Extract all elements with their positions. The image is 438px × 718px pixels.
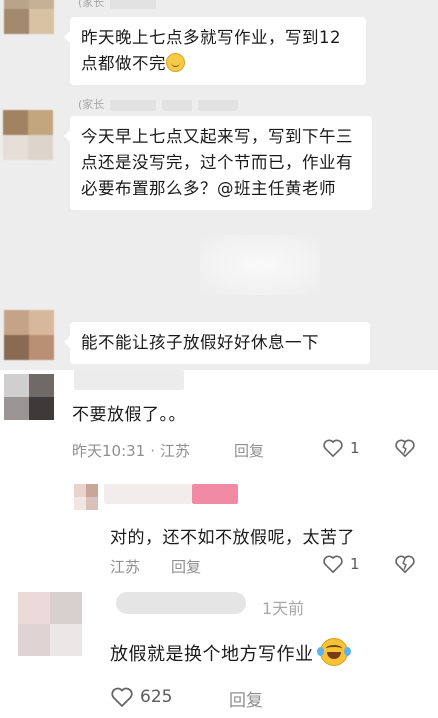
like-button[interactable]: 625 xyxy=(110,686,172,708)
chat-bubble: 能不能让孩子放假好好休息一下 xyxy=(64,322,370,364)
comment-text: 不要放假了。。 xyxy=(72,405,186,425)
comment-text: 放假就是换个地方写作业 xyxy=(110,638,351,666)
commenter-badge xyxy=(192,484,238,504)
avatar xyxy=(4,310,54,360)
reply-button[interactable]: 回复 xyxy=(171,556,201,577)
commenter-name[interactable] xyxy=(116,592,246,614)
heart-outline-icon xyxy=(110,686,134,708)
broken-heart-icon xyxy=(393,438,417,458)
comment-location: 江苏 xyxy=(110,558,141,576)
message-text: 今天早上七点又起来写，写到下午三点还是没写完，过个节而已，作业有必要布置那么多？… xyxy=(81,127,353,198)
reply-button[interactable]: 回复 xyxy=(234,440,264,461)
avatar[interactable] xyxy=(18,592,82,656)
avatar[interactable] xyxy=(74,484,98,510)
dislike-button[interactable] xyxy=(393,554,417,574)
chat-bubble: 昨天晚上七点多就写作业，写到12点都做不完 xyxy=(64,17,366,85)
comment-time: 昨天10:31 xyxy=(72,442,146,460)
comment-meta: 昨天10:31 · 江苏 xyxy=(72,442,191,460)
message-text: 能不能让孩子放假好好休息一下 xyxy=(81,333,319,352)
sender-name: (家长 xyxy=(78,96,239,112)
comment-text: 对的，还不如不放假呢，太苦了 xyxy=(110,528,355,548)
laugh-cry-emoji-icon xyxy=(316,638,351,666)
message-text: 昨天晚上七点多就写作业，写到12点都做不完 xyxy=(81,28,341,73)
like-button[interactable]: 1 xyxy=(322,554,360,574)
like-count: 1 xyxy=(350,439,360,457)
chat-screenshot: (家长 昨天晚上七点多就写作业，写到12点都做不完 (家长 今天早上七点又起来写… xyxy=(0,0,438,370)
heart-outline-icon xyxy=(322,438,344,458)
like-button[interactable]: 1 xyxy=(322,438,360,458)
like-count: 1 xyxy=(350,555,360,573)
avatar[interactable] xyxy=(4,374,54,420)
avatar xyxy=(4,0,54,34)
dislike-button[interactable] xyxy=(393,438,417,458)
chat-bubble: 今天早上七点又起来写，写到下午三点还是没写完，过个节而已，作业有必要布置那么多？… xyxy=(64,116,372,210)
avatar xyxy=(3,110,53,160)
heart-outline-icon xyxy=(322,554,344,574)
comment-list: 不要放假了。。 昨天10:31 · 江苏 回复 1 对的，还不如不放假呢，太苦了 江… xyxy=(0,370,438,718)
like-count: 625 xyxy=(140,687,173,707)
broken-heart-icon xyxy=(393,554,417,574)
commenter-name[interactable] xyxy=(104,484,192,504)
comment-time: 1天前 xyxy=(262,599,305,618)
sender-name: (家长 xyxy=(78,0,157,10)
commenter-name[interactable] xyxy=(74,370,184,390)
comment-location: 江苏 xyxy=(160,442,191,460)
comment-meta: 江苏 xyxy=(110,556,140,577)
smile-emoji-icon xyxy=(166,53,185,72)
reply-button[interactable]: 回复 xyxy=(229,686,263,711)
